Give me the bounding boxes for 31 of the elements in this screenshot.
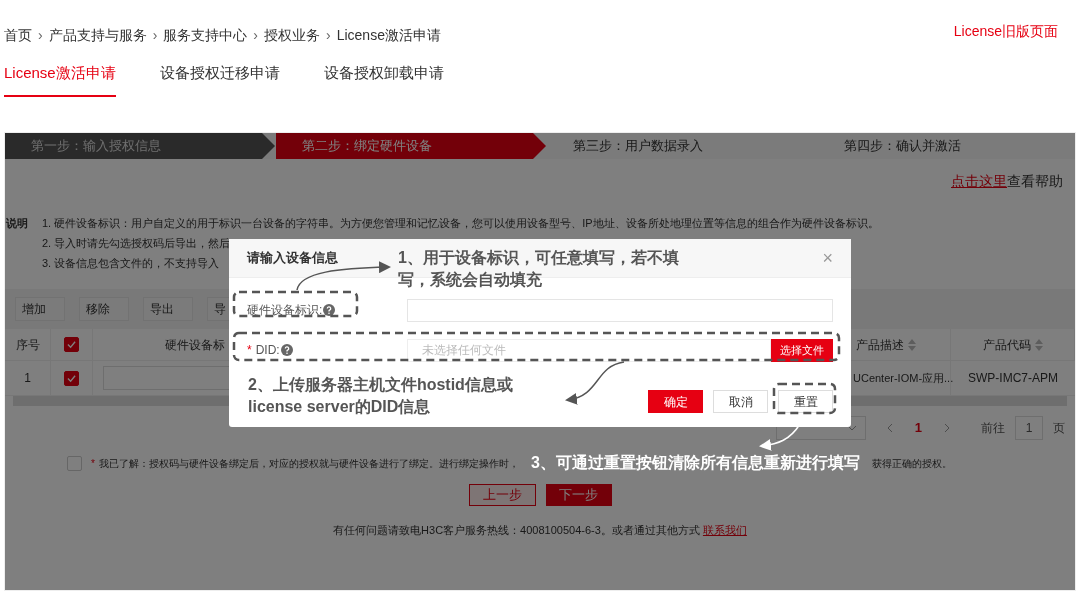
note-line: 2. 导入时请先勾选授权码后导出，然后 — [42, 236, 231, 251]
breadcrumb-separator: › — [38, 26, 43, 45]
table-header-cell-text: 产品代码 — [982, 336, 1031, 354]
field-label: 硬件设备标识: — [247, 302, 323, 319]
annotation-text: 2、上传服务器主机文件hostid信息或 license server的DID信息 — [248, 375, 513, 417]
annotation-text: 3、可通过重置按钮清除所有信息重新进行填写 — [530, 453, 860, 473]
step: 第三步：用户数据录入 — [547, 133, 804, 159]
field-label: DID: — [255, 342, 280, 359]
notes-title: 说明 — [5, 216, 28, 231]
breadcrumb-separator: › — [326, 26, 331, 45]
goto-label: 前往 — [981, 420, 1005, 437]
help-text: 查看帮助 — [1007, 171, 1063, 191]
required-mark: * — [91, 456, 95, 471]
agreement-text: 获得正确的授权。 — [871, 456, 952, 471]
table-header-cell-text: 硬件设备标 — [165, 336, 225, 354]
table-header-cell-text: 产品描述 — [855, 336, 904, 354]
goto-suffix: 页 — [1053, 420, 1065, 437]
agreement-text: 我已了解：授权码与硬件设备绑定后，对应的授权就与硬件设备进行了绑定。进行绑定操作时， — [98, 456, 519, 471]
step: 第四步：确认并激活 — [818, 133, 1075, 159]
breadcrumb-separator: › — [253, 26, 258, 45]
note-line: 3. 设备信息包含文件的，不支持导入 — [42, 256, 220, 271]
table-cell-text: UCenter-IOM-应用... — [853, 370, 954, 386]
footer-text: 有任何问题请致电H3C客户服务热线：4008100504-6-3。或者通过其他方式 联系我们 — [333, 523, 747, 538]
annotation-text: 1、用于设备标识，可任意填写，若不填 写，系统会自动填充 — [398, 248, 679, 290]
required-mark: * — [247, 342, 252, 359]
table-cell-text: 1 — [24, 370, 31, 387]
table-cell-text: SWP-IMC7-APM — [968, 370, 1058, 387]
note-line: 1. 硬件设备标识：用户自定义的用于标识一台设备的字符串。为方便您管理和记忆设备，您可以使用设备型号、IP地址、设备所处地理位置等信息的组合作为硬件设备标识。 — [42, 216, 879, 231]
table-header-cell: 序号 — [5, 329, 51, 360]
breadcrumb-separator: › — [152, 26, 158, 45]
dialog-title: 请输入设备信息 — [247, 249, 338, 268]
